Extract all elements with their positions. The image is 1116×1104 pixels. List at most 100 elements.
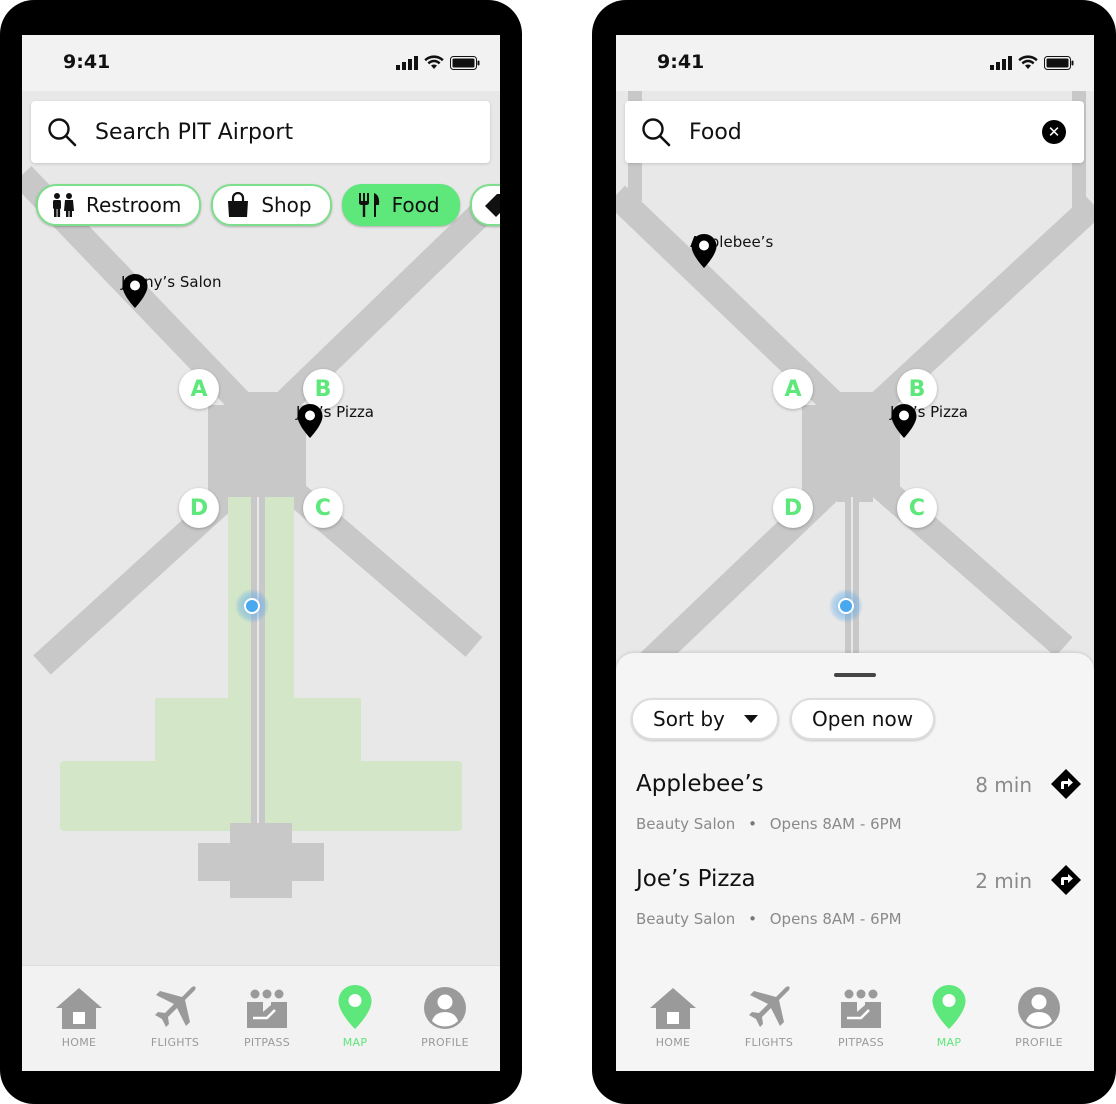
- chip-shop[interactable]: Shop: [211, 184, 332, 226]
- status-icons: [396, 55, 480, 70]
- current-location-dot: [235, 589, 269, 623]
- poi-pin-joes-pizza[interactable]: Joe’s Pizza: [890, 403, 968, 438]
- tab-profile[interactable]: PROFILE: [999, 984, 1079, 1049]
- chip-food[interactable]: Food: [341, 184, 460, 226]
- sort-by-dropdown[interactable]: Sort by: [631, 698, 779, 740]
- tag-icon: [484, 192, 500, 218]
- map-pin-icon: [122, 274, 148, 308]
- tab-map[interactable]: MAP: [315, 984, 395, 1049]
- gate-d-marker[interactable]: D: [773, 488, 813, 528]
- gate-c-marker[interactable]: C: [303, 488, 343, 528]
- tab-profile[interactable]: PROFILE: [405, 984, 485, 1049]
- search-bar[interactable]: Search PIT Airport: [31, 101, 490, 163]
- tab-flights[interactable]: FLIGHTS: [729, 984, 809, 1049]
- chip-restroom[interactable]: Restroom: [36, 184, 202, 226]
- chip-label: Shop: [261, 193, 312, 217]
- result-details: Beauty Salon • Opens 8AM - 6PM: [636, 910, 902, 928]
- airplane-icon: [749, 986, 790, 1027]
- home-icon: [56, 988, 102, 1029]
- search-bar[interactable]: Food ✕: [625, 101, 1084, 163]
- status-time: 9:41: [63, 51, 111, 73]
- tab-pitpass[interactable]: PITPASS: [227, 984, 307, 1049]
- pitpass-icon: [841, 989, 881, 1028]
- battery-icon: [1044, 55, 1074, 70]
- sheet-drag-handle[interactable]: [834, 673, 876, 677]
- search-icon: [48, 118, 77, 147]
- tab-pitpass[interactable]: PITPASS: [821, 984, 901, 1049]
- status-bar: 9:41: [22, 35, 500, 91]
- terminal-floor-plan: [22, 165, 500, 898]
- tab-bar: HOME FLIGHTS PITPASS MAP PROFILE: [22, 965, 500, 1071]
- map-pin-icon: [891, 404, 917, 438]
- tab-label: PITPASS: [243, 1036, 291, 1049]
- status-icons: [990, 55, 1074, 70]
- open-now-label: Open now: [812, 707, 914, 731]
- search-input[interactable]: Food: [689, 120, 742, 145]
- shopping-bag-icon: [225, 192, 251, 218]
- tab-home[interactable]: HOME: [633, 984, 713, 1049]
- tab-flights[interactable]: FLIGHTS: [135, 984, 215, 1049]
- gate-d-marker[interactable]: D: [179, 488, 219, 528]
- gate-a-marker[interactable]: A: [179, 369, 219, 409]
- phone-left: 9:41 A B D C Jenny’s Salon Joe’s Pizza S…: [0, 0, 522, 1104]
- category-chips: Restroom Shop Food: [36, 184, 500, 226]
- current-location-dot: [829, 589, 863, 623]
- profile-icon: [424, 987, 466, 1029]
- tab-label: PROFILE: [1015, 1036, 1063, 1049]
- result-name: Applebee’s: [636, 771, 764, 797]
- result-category: Beauty Salon: [636, 815, 736, 833]
- map-pin-icon: [691, 234, 717, 268]
- home-icon: [650, 988, 696, 1029]
- search-icon: [642, 118, 671, 147]
- tab-label: HOME: [655, 1036, 691, 1049]
- result-hours: Opens 8AM - 6PM: [769, 815, 902, 833]
- map-pin-icon: [338, 985, 372, 1029]
- result-walk-time: 8 min: [975, 773, 1032, 797]
- airport-map[interactable]: A B D C Jenny’s Salon Joe’s Pizza: [22, 91, 500, 1071]
- pitpass-icon: [247, 989, 287, 1028]
- status-time: 9:41: [657, 51, 705, 73]
- directions-icon[interactable]: [1050, 768, 1082, 800]
- tab-label: HOME: [61, 1036, 97, 1049]
- clear-search-icon[interactable]: ✕: [1042, 120, 1066, 144]
- sort-by-label: Sort by: [653, 707, 725, 731]
- phone-right: 9:41 A B D C Applebee’s Joe’s Pizza Food…: [592, 0, 1116, 1104]
- screen-map-browse: 9:41 A B D C Jenny’s Salon Joe’s Pizza S…: [22, 35, 500, 1071]
- result-hours: Opens 8AM - 6PM: [769, 910, 902, 928]
- fork-knife-icon: [356, 192, 382, 218]
- poi-pin-jennys-salon[interactable]: Jenny’s Salon: [121, 273, 221, 308]
- result-details: Beauty Salon • Opens 8AM - 6PM: [636, 815, 902, 833]
- signal-icon: [990, 55, 1012, 70]
- open-now-filter[interactable]: Open now: [790, 698, 936, 740]
- tab-map[interactable]: MAP: [909, 984, 989, 1049]
- tab-label: MAP: [342, 1036, 368, 1049]
- tab-label: PITPASS: [837, 1036, 885, 1049]
- tab-label: MAP: [936, 1036, 962, 1049]
- profile-icon: [1018, 987, 1060, 1029]
- tab-label: FLIGHTS: [150, 1036, 200, 1049]
- directions-icon[interactable]: [1050, 864, 1082, 896]
- wifi-icon: [1018, 55, 1038, 69]
- signal-icon: [396, 55, 418, 70]
- airplane-icon: [155, 986, 196, 1027]
- result-walk-time: 2 min: [975, 869, 1032, 893]
- map-pin-icon: [932, 985, 966, 1029]
- map-pin-icon: [297, 404, 323, 438]
- gate-a-marker[interactable]: A: [773, 369, 813, 409]
- tab-label: PROFILE: [421, 1036, 469, 1049]
- status-bar: 9:41: [616, 35, 1094, 91]
- gate-c-marker[interactable]: C: [897, 488, 937, 528]
- chip-deals[interactable]: [469, 184, 500, 226]
- poi-pin-applebees[interactable]: Applebee’s: [690, 233, 773, 268]
- caret-down-icon: [743, 715, 758, 723]
- tab-home[interactable]: HOME: [39, 984, 119, 1049]
- result-category: Beauty Salon: [636, 910, 736, 928]
- result-name: Joe’s Pizza: [636, 866, 756, 892]
- poi-pin-joes-pizza[interactable]: Joe’s Pizza: [296, 403, 374, 438]
- screen-food-results: 9:41 A B D C Applebee’s Joe’s Pizza Food…: [616, 35, 1094, 1071]
- tab-bar: HOME FLIGHTS PITPASS MAP PROFILE: [616, 966, 1094, 1071]
- battery-icon: [450, 55, 480, 70]
- chip-label: Food: [391, 193, 440, 217]
- restroom-icon: [50, 192, 76, 218]
- search-input[interactable]: Search PIT Airport: [95, 120, 293, 145]
